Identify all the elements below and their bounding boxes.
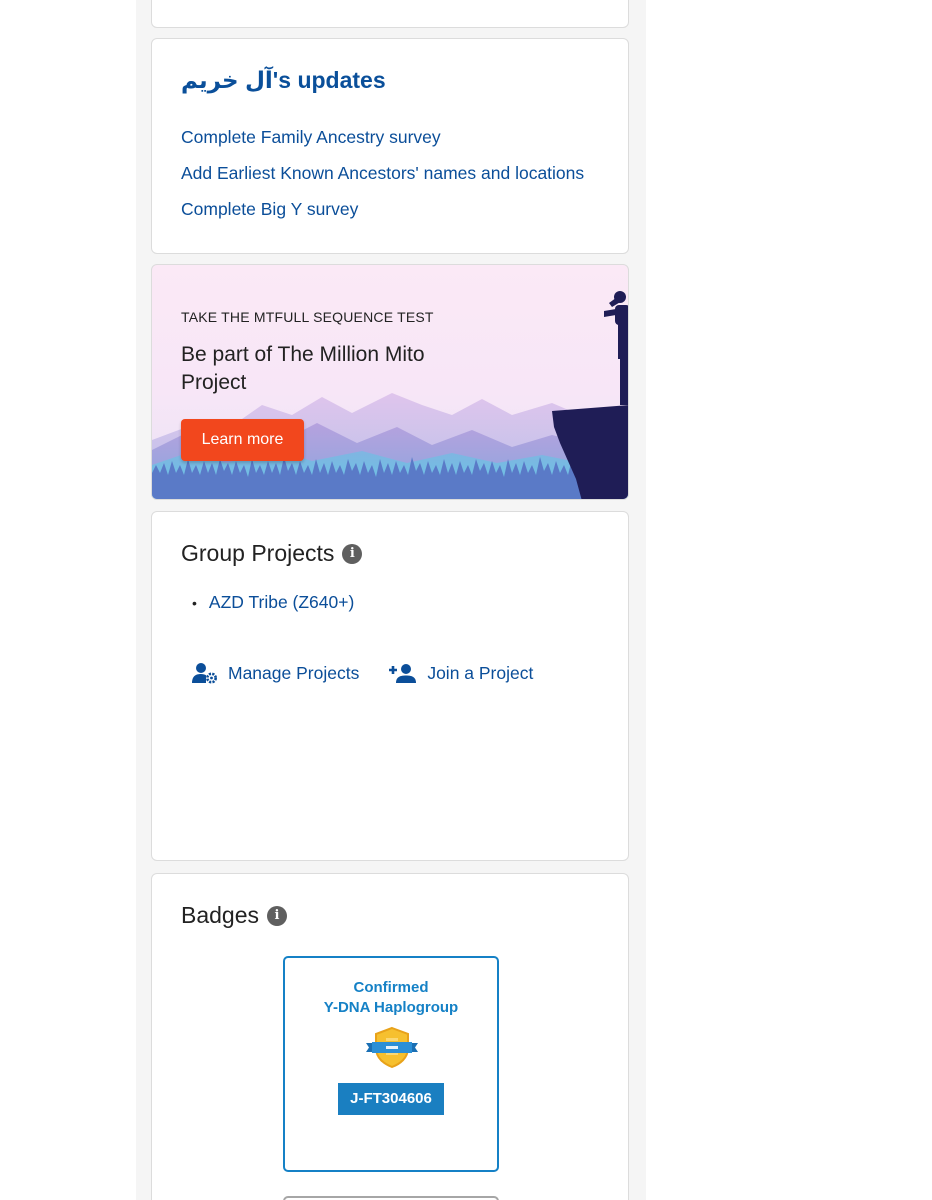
updates-title-suffix: 's updates — [272, 67, 386, 93]
badges-card: Badges i Confirmed Y-DNA Haplogroup J-FT… — [151, 873, 629, 1200]
updates-card: آل خريم's updates Complete Family Ancest… — [151, 38, 629, 254]
badge-line-haplogroup: Y-DNA Haplogroup — [323, 999, 459, 1016]
update-link-big-y-survey[interactable]: Complete Big Y survey — [181, 191, 584, 227]
project-list: • AZD Tribe (Z640+) — [192, 592, 354, 613]
bullet-icon: • — [192, 594, 197, 611]
page: آل خريم's updates Complete Family Ancest… — [0, 0, 932, 1200]
shield-ribbon-icon — [366, 1026, 418, 1068]
next-badge[interactable] — [283, 1196, 499, 1200]
list-item: • AZD Tribe (Z640+) — [192, 592, 354, 613]
y-dna-haplogroup-badge[interactable]: Confirmed Y-DNA Haplogroup J-FT304606 — [283, 956, 499, 1172]
group-projects-title: Group Projects — [181, 540, 335, 566]
badge-title: Confirmed Y-DNA Haplogroup — [285, 978, 497, 1018]
previous-card — [151, 0, 629, 28]
badges-title: Badges — [181, 902, 260, 928]
group-projects-card: Group Projects i • AZD Tribe (Z640+) Man… — [151, 511, 629, 861]
mtfull-promo-banner: TAKE THE MTFULL SEQUENCE TEST Be part of… — [151, 264, 629, 500]
promo-title: Be part of The Million Mito Project — [181, 343, 425, 394]
project-link-azd-tribe[interactable]: AZD Tribe (Z640+) — [209, 592, 354, 613]
update-link-earliest-ancestors[interactable]: Add Earliest Known Ancestors' names and … — [181, 155, 584, 191]
badges-heading: Badges i — [181, 902, 288, 929]
join-project-link[interactable]: Join a Project — [389, 662, 533, 684]
manage-projects-link[interactable]: Manage Projects — [192, 662, 359, 684]
haplogroup-value: J-FT304606 — [338, 1083, 444, 1115]
promo-eyebrow: TAKE THE MTFULL SEQUENCE TEST — [181, 309, 434, 325]
manage-projects-label: Manage Projects — [228, 662, 360, 683]
updates-owner-name: آل خريم — [181, 67, 273, 93]
user-plus-icon — [389, 664, 417, 683]
update-link-family-ancestry[interactable]: Complete Family Ancestry survey — [181, 119, 584, 155]
user-gear-icon — [192, 663, 217, 684]
info-icon[interactable]: i — [267, 905, 288, 926]
project-actions: Manage Projects Join a Project — [192, 662, 533, 684]
badge-line-confirmed: Confirmed — [353, 979, 429, 996]
info-icon[interactable]: i — [342, 543, 363, 564]
updates-title: آل خريم's updates — [181, 67, 386, 94]
learn-more-button[interactable]: Learn more — [181, 419, 304, 461]
updates-list: Complete Family Ancestry survey Add Earl… — [181, 119, 584, 227]
join-project-label: Join a Project — [427, 662, 534, 683]
group-projects-heading: Group Projects i — [181, 540, 363, 567]
